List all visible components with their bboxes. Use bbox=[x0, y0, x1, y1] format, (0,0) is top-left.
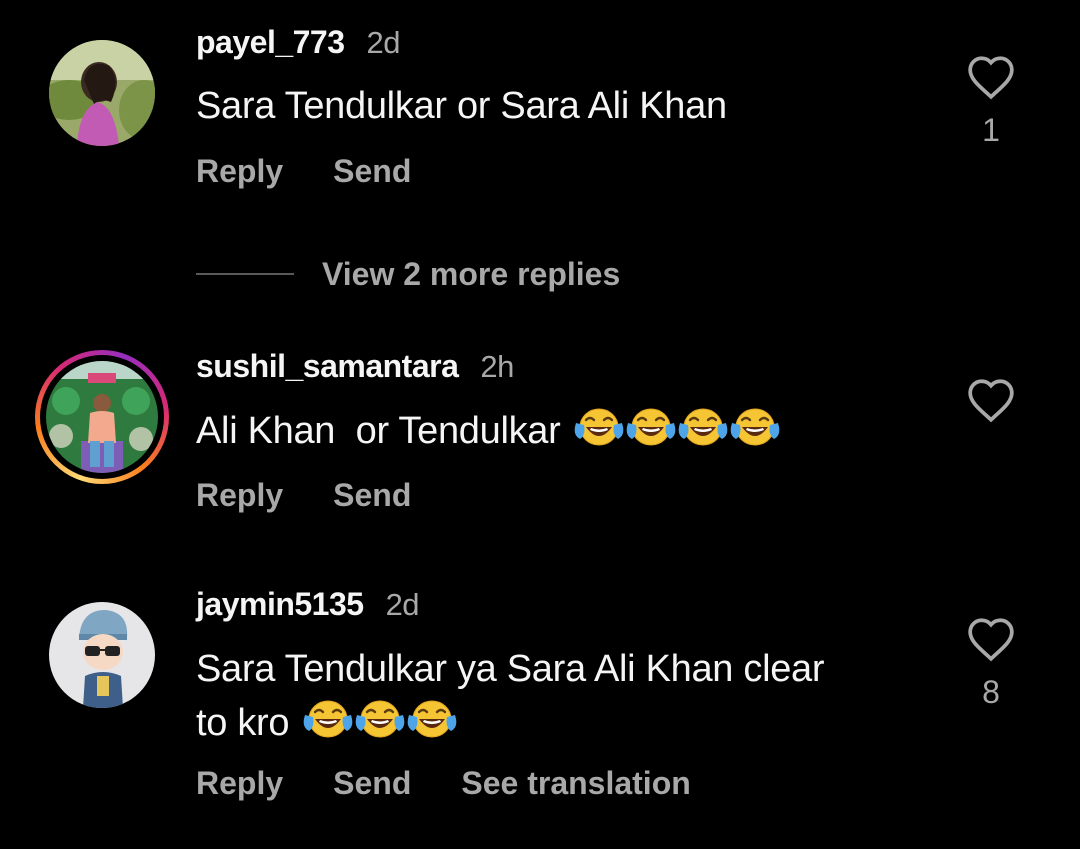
avatar[interactable] bbox=[49, 602, 155, 708]
avatar[interactable] bbox=[49, 40, 155, 146]
send-button[interactable]: Send bbox=[333, 477, 411, 513]
tears-of-joy-emoji-icon bbox=[679, 408, 728, 446]
view-replies-label[interactable]: View 2 more replies bbox=[322, 256, 620, 293]
replies-divider bbox=[196, 273, 294, 275]
comment-actions: Reply Send bbox=[196, 477, 411, 514]
view-more-replies-button[interactable]: View 2 more replies bbox=[196, 254, 620, 294]
tears-of-joy-emoji-icon bbox=[355, 700, 405, 738]
comment-username[interactable]: payel_773 2d bbox=[196, 24, 401, 61]
avatar[interactable] bbox=[46, 361, 158, 473]
heart-icon[interactable] bbox=[966, 616, 1016, 662]
comment-text-line: Sara Tendulkar ya Sara Ali Khan clear bbox=[196, 648, 825, 690]
reply-button[interactable]: Reply bbox=[196, 477, 283, 513]
emoji-group bbox=[303, 700, 459, 744]
comment-text: Ali Khan or Tendulkar bbox=[196, 405, 782, 457]
reply-button[interactable]: Reply bbox=[196, 765, 283, 801]
emoji-group bbox=[574, 408, 782, 452]
tears-of-joy-emoji-icon bbox=[575, 408, 624, 446]
see-translation-button[interactable]: See translation bbox=[461, 765, 690, 801]
comment-time: 2d bbox=[366, 25, 401, 60]
comment-text-body: to kro bbox=[196, 702, 290, 744]
comment-actions: Reply Send bbox=[196, 153, 411, 190]
heart-icon[interactable] bbox=[966, 377, 1016, 423]
comment-time: 2h bbox=[480, 349, 514, 384]
tears-of-joy-emoji-icon bbox=[731, 408, 780, 446]
comment-text: Sara Tendulkar or Sara Ali Khan bbox=[196, 85, 727, 127]
username-text[interactable]: jaymin5135 bbox=[196, 586, 364, 622]
comment-text: Sara Tendulkar ya Sara Ali Khan clear to… bbox=[196, 643, 916, 749]
comment-text-body: Ali Khan or Tendulkar bbox=[196, 410, 561, 452]
comment-actions: Reply Send See translation bbox=[196, 765, 691, 802]
reply-button[interactable]: Reply bbox=[196, 153, 283, 189]
avatar-image bbox=[46, 361, 158, 473]
send-button[interactable]: Send bbox=[333, 153, 411, 189]
tears-of-joy-emoji-icon bbox=[627, 408, 676, 446]
username-text[interactable]: payel_773 bbox=[196, 24, 345, 60]
avatar-story-ring[interactable] bbox=[35, 350, 169, 484]
like-count: 1 bbox=[982, 112, 1000, 148]
tears-of-joy-emoji-icon bbox=[407, 700, 457, 738]
comment-text-line: to kro bbox=[196, 697, 916, 749]
tears-of-joy-emoji-icon bbox=[303, 700, 353, 738]
avatar-image bbox=[49, 602, 155, 708]
heart-icon[interactable] bbox=[966, 54, 1016, 100]
comment-username[interactable]: sushil_samantara 2h bbox=[196, 348, 514, 385]
like-count: 8 bbox=[982, 674, 1000, 710]
comment-time: 2d bbox=[385, 587, 420, 622]
comment-username[interactable]: jaymin5135 2d bbox=[196, 586, 420, 623]
username-text[interactable]: sushil_samantara bbox=[196, 348, 459, 384]
send-button[interactable]: Send bbox=[333, 765, 411, 801]
avatar-image bbox=[49, 40, 155, 146]
